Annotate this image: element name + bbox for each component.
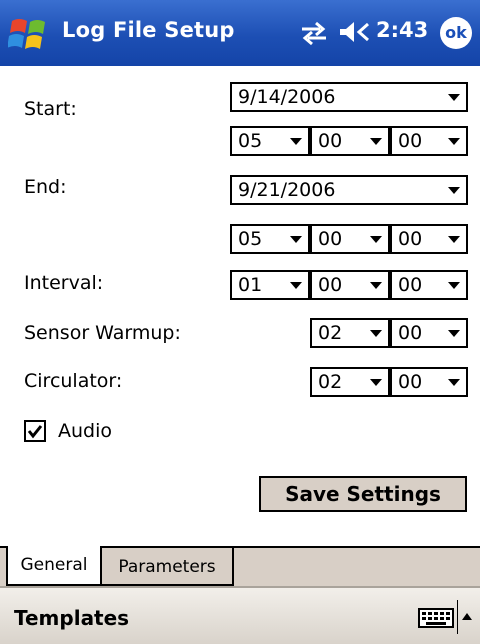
chevron-down-icon <box>448 282 460 289</box>
keyboard-icon[interactable] <box>418 608 454 628</box>
circulator-second-value: 00 <box>398 371 423 393</box>
chevron-up-icon[interactable] <box>462 613 472 620</box>
volume-icon[interactable] <box>338 18 372 46</box>
save-settings-button[interactable]: Save Settings <box>259 476 467 512</box>
end-date-dropdown[interactable]: 9/21/2006 <box>230 175 468 205</box>
sensor-warmup-label: Sensor Warmup: <box>24 322 181 344</box>
start-menu-icon[interactable] <box>7 16 50 54</box>
interval-second-value: 00 <box>398 274 423 296</box>
start-minute-dropdown[interactable]: 00 <box>310 126 390 156</box>
chevron-down-icon <box>448 236 460 243</box>
chevron-down-icon <box>448 330 460 337</box>
circulator-first-dropdown[interactable]: 02 <box>310 367 390 397</box>
start-second-value: 00 <box>398 130 423 152</box>
start-hour-value: 05 <box>238 130 263 152</box>
end-hour-value: 05 <box>238 228 263 250</box>
end-date-value: 9/21/2006 <box>238 179 336 201</box>
end-minute-value: 00 <box>318 228 343 250</box>
menu-bar: Templates <box>0 586 480 644</box>
interval-minute-value: 00 <box>318 274 343 296</box>
interval-label: Interval: <box>24 272 104 294</box>
templates-menu[interactable]: Templates <box>14 606 129 630</box>
chevron-down-icon <box>448 187 460 194</box>
chevron-down-icon <box>290 282 302 289</box>
interval-minute-dropdown[interactable]: 00 <box>310 270 390 300</box>
end-label: End: <box>24 176 67 198</box>
chevron-down-icon <box>290 236 302 243</box>
start-hour-dropdown[interactable]: 05 <box>230 126 310 156</box>
start-label: Start: <box>24 98 77 120</box>
end-second-value: 00 <box>398 228 423 250</box>
start-date-dropdown[interactable]: 9/14/2006 <box>230 82 468 112</box>
chevron-down-icon <box>370 379 382 386</box>
ok-button[interactable]: ok <box>440 17 472 49</box>
chevron-down-icon <box>448 379 460 386</box>
audio-checkbox[interactable] <box>24 420 46 442</box>
checkmark-icon <box>27 425 43 439</box>
interval-second-dropdown[interactable]: 00 <box>390 270 468 300</box>
chevron-down-icon <box>370 282 382 289</box>
start-minute-value: 00 <box>318 130 343 152</box>
chevron-down-icon <box>370 330 382 337</box>
circulator-label: Circulator: <box>24 370 123 392</box>
chevron-down-icon <box>290 138 302 145</box>
end-second-dropdown[interactable]: 00 <box>390 224 468 254</box>
audio-label[interactable]: Audio <box>58 420 112 442</box>
tab-parameters[interactable]: Parameters <box>102 546 234 586</box>
end-minute-dropdown[interactable]: 00 <box>310 224 390 254</box>
connectivity-icon[interactable] <box>300 20 328 46</box>
chevron-down-icon <box>370 138 382 145</box>
clock[interactable]: 2:43 <box>376 18 428 42</box>
start-date-value: 9/14/2006 <box>238 86 336 108</box>
window-title: Log File Setup <box>62 18 235 42</box>
chevron-down-icon <box>448 138 460 145</box>
start-second-dropdown[interactable]: 00 <box>390 126 468 156</box>
circulator-first-value: 02 <box>318 371 343 393</box>
title-bar: Log File Setup 2:43 ok <box>0 0 480 66</box>
warmup-second-dropdown[interactable]: 00 <box>390 318 468 348</box>
tab-general[interactable]: General <box>6 546 102 586</box>
end-hour-dropdown[interactable]: 05 <box>230 224 310 254</box>
warmup-first-dropdown[interactable]: 02 <box>310 318 390 348</box>
circulator-second-dropdown[interactable]: 00 <box>390 367 468 397</box>
chevron-down-icon <box>448 94 460 101</box>
menu-separator <box>457 600 458 634</box>
warmup-first-value: 02 <box>318 322 343 344</box>
warmup-second-value: 00 <box>398 322 423 344</box>
interval-hour-dropdown[interactable]: 01 <box>230 270 310 300</box>
interval-hour-value: 01 <box>238 274 263 296</box>
chevron-down-icon <box>370 236 382 243</box>
